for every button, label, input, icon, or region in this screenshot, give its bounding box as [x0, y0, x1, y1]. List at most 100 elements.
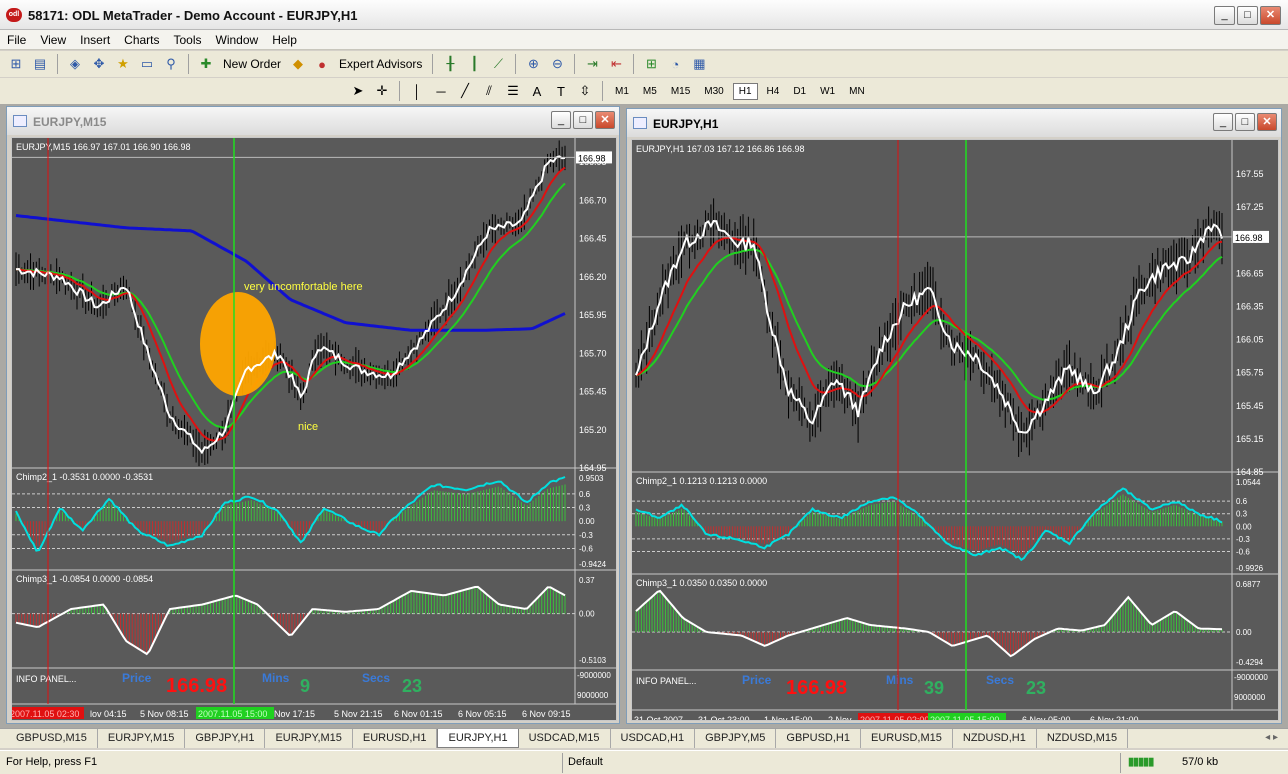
- chart-canvas[interactable]: EURJPY,M15 166.97 167.01 166.90 166.98 16…: [12, 138, 616, 720]
- close-icon[interactable]: ✕: [1257, 113, 1277, 131]
- maximize-icon[interactable]: □: [1237, 6, 1258, 25]
- templates-icon[interactable]: ▦: [689, 54, 709, 74]
- new-chart-icon[interactable]: ⊞: [6, 54, 26, 74]
- time-marker-red-label: 2007.11.05 02:00: [860, 715, 929, 720]
- text-tool[interactable]: A: [527, 81, 547, 101]
- new-order-icon[interactable]: ✚: [196, 54, 216, 74]
- market-watch-icon[interactable]: ◈: [65, 54, 85, 74]
- vertical-line-icon[interactable]: │: [407, 81, 427, 101]
- zoom-in-icon[interactable]: ⊕: [523, 54, 543, 74]
- minimize-icon[interactable]: _: [551, 111, 571, 129]
- bar-chart-icon[interactable]: ╂: [440, 54, 460, 74]
- chart-window-icon: [13, 115, 27, 127]
- expert-advisors-button[interactable]: Expert Advisors: [336, 57, 425, 71]
- chart-window-title: EURJPY,H1: [653, 117, 719, 131]
- close-icon[interactable]: ✕: [595, 111, 615, 129]
- timeframe-m1[interactable]: M1: [610, 84, 634, 99]
- title-bar[interactable]: odl 58171: ODL MetaTrader - Demo Account…: [0, 0, 1288, 30]
- chart-tab[interactable]: USDCAD,H1: [611, 729, 696, 748]
- timeframe-h1[interactable]: H1: [732, 82, 758, 100]
- minimize-icon[interactable]: _: [1213, 113, 1233, 131]
- close-icon[interactable]: ✕: [1260, 6, 1281, 25]
- chart-window-eurjpy-m15[interactable]: EURJPY,M15 _ □ ✕ EURJPY,M15 166.97 167.0…: [6, 106, 620, 724]
- favorites-icon[interactable]: ★: [113, 54, 133, 74]
- toolbar-separator: [633, 54, 635, 74]
- menu-window[interactable]: Window: [209, 30, 266, 50]
- info-tick-label: -9000000: [577, 671, 611, 680]
- chimp3-header: Chimp3_1 0.0350 0.0350 0.0000: [636, 578, 767, 588]
- candlestick-icon[interactable]: ┃: [464, 54, 484, 74]
- time-tick-label: Nov 17:15: [274, 709, 315, 719]
- strategy-tester-icon[interactable]: ⚲: [161, 54, 181, 74]
- arrows-icon[interactable]: ⇳: [575, 81, 595, 101]
- timeframe-m5[interactable]: M5: [638, 84, 662, 99]
- fibonacci-icon[interactable]: ☰: [503, 81, 523, 101]
- menu-tools[interactable]: Tools: [167, 30, 209, 50]
- chart-tab[interactable]: NZDUSD,H1: [953, 729, 1037, 748]
- chart-tab[interactable]: GBPUSD,M15: [6, 729, 98, 748]
- timeframe-d1[interactable]: D1: [788, 84, 811, 99]
- expert-advisors-icon[interactable]: ●: [312, 54, 332, 74]
- menu-charts[interactable]: Charts: [117, 30, 166, 50]
- price-tick-label: 165.75: [1236, 368, 1264, 378]
- info-price-label: Price: [122, 671, 152, 685]
- autoscroll-icon[interactable]: ⇥: [582, 54, 602, 74]
- osc-tick-label: -0.4294: [1236, 658, 1264, 667]
- chart-tab[interactable]: EURJPY,M15: [98, 729, 186, 748]
- text-label-icon[interactable]: T: [551, 81, 571, 101]
- minimize-icon[interactable]: _: [1214, 6, 1235, 25]
- tab-scroll-icon[interactable]: ◂ ▸: [1265, 732, 1278, 743]
- chart-window-titlebar[interactable]: EURJPY,H1 _ □ ✕: [627, 109, 1281, 137]
- timeframe-h4[interactable]: H4: [762, 84, 785, 99]
- osc-tick-label: 0.3: [1236, 510, 1248, 519]
- line-chart-icon[interactable]: ⟋: [488, 54, 508, 74]
- chimp3-line: [15, 585, 566, 656]
- osc-tick-label: 0.00: [1236, 628, 1252, 637]
- indicators-icon[interactable]: ⊞: [641, 54, 661, 74]
- metaeditor-icon[interactable]: ◆: [288, 54, 308, 74]
- chart-tab[interactable]: NZDUSD,M15: [1037, 729, 1129, 748]
- osc-tick-label: 0.6: [1236, 497, 1248, 506]
- chart-window-titlebar[interactable]: EURJPY,M15 _ □ ✕: [7, 107, 619, 135]
- menu-help[interactable]: Help: [265, 30, 304, 50]
- crosshair-icon[interactable]: ✛: [372, 81, 392, 101]
- profiles-icon[interactable]: ▤: [30, 54, 50, 74]
- chart-shift-icon[interactable]: ⇤: [606, 54, 626, 74]
- chart-tab[interactable]: GBPUSD,H1: [776, 729, 861, 748]
- chart-plot-area[interactable]: EURJPY,M15 166.97 167.01 166.90 166.98 16…: [11, 137, 617, 721]
- menu-insert[interactable]: Insert: [73, 30, 117, 50]
- chart-tabs: GBPUSD,M15 EURJPY,M15 GBPJPY,H1 EURJPY,M15 E…: [0, 728, 1288, 748]
- channel-icon[interactable]: ⫽: [479, 81, 499, 101]
- timeframe-m30[interactable]: M30: [699, 84, 728, 99]
- navigator-icon[interactable]: ✥: [89, 54, 109, 74]
- cursor-icon[interactable]: ➤: [348, 81, 368, 101]
- trendline-icon[interactable]: ╱: [455, 81, 475, 101]
- chart-tab[interactable]: EURUSD,M15: [861, 729, 953, 748]
- maximize-icon[interactable]: □: [573, 111, 593, 129]
- terminal-icon[interactable]: ▭: [137, 54, 157, 74]
- chart-tab[interactable]: GBPJPY,H1: [185, 729, 266, 748]
- timeframe-m15[interactable]: M15: [666, 84, 695, 99]
- maximize-icon[interactable]: □: [1235, 113, 1255, 131]
- chart-canvas[interactable]: EURJPY,H1 167.03 167.12 166.86 166.98 167…: [632, 140, 1278, 720]
- periods-icon[interactable]: ◔: [665, 54, 685, 74]
- chart-tab[interactable]: EURJPY,M15: [265, 729, 353, 748]
- time-tick-label: 6 Nov 05:15: [458, 709, 507, 719]
- timeframe-w1[interactable]: W1: [815, 84, 840, 99]
- metatrader-window: odl 58171: ODL MetaTrader - Demo Account…: [0, 0, 1288, 774]
- zoom-out-icon[interactable]: ⊖: [547, 54, 567, 74]
- time-marker-green-label: 2007.11.05 15:00: [198, 709, 267, 719]
- chart-tab[interactable]: EURJPY,H1: [437, 729, 519, 748]
- osc-tick-label: -0.9926: [1236, 564, 1264, 573]
- chart-tab[interactable]: EURUSD,H1: [353, 729, 438, 748]
- chart-window-eurjpy-h1[interactable]: EURJPY,H1 _ □ ✕ EURJPY,H1 167.03 167.12 …: [626, 108, 1282, 724]
- new-order-button[interactable]: New Order: [220, 57, 284, 71]
- chart-tab[interactable]: GBPJPY,M5: [695, 729, 777, 748]
- timeframe-mn[interactable]: MN: [844, 84, 870, 99]
- horizontal-line-icon[interactable]: ─: [431, 81, 451, 101]
- chart-tab[interactable]: USDCAD,M15: [519, 729, 611, 748]
- time-marker-green-label: 2007.11.05 15:00: [930, 715, 999, 720]
- menu-file[interactable]: File: [0, 30, 33, 50]
- chart-plot-area[interactable]: EURJPY,H1 167.03 167.12 166.86 166.98 167…: [631, 139, 1279, 721]
- menu-view[interactable]: View: [33, 30, 73, 50]
